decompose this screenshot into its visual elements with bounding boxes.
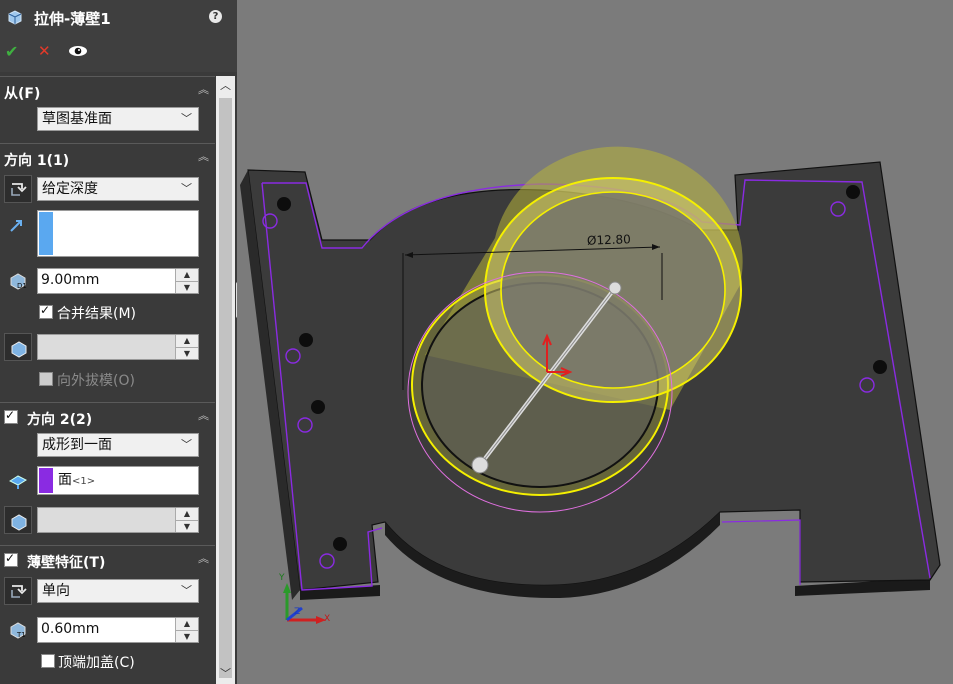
direction1-depth-input[interactable]: 9.00mm ▲ ▼ xyxy=(37,268,199,294)
chevron-down-icon: ﹀ xyxy=(181,438,192,451)
chevron-down-icon: ﹀ xyxy=(181,182,192,195)
from-select-value: 草图基准面 xyxy=(42,111,112,127)
from-section-header[interactable]: 从(F) ︽ xyxy=(0,76,215,105)
depth-spinner[interactable]: ▲ ▼ xyxy=(175,269,198,293)
collapse-icon[interactable]: ︽ xyxy=(198,407,209,423)
chevron-down-icon: ﹀ xyxy=(181,112,192,125)
reverse-thin-direction-button[interactable] xyxy=(4,577,32,605)
direction2-checkbox[interactable] xyxy=(4,408,18,424)
thin-feature-section-header[interactable]: 薄壁特征(T) ︽ xyxy=(0,545,215,574)
property-manager-panel: 拉伸-薄壁1 ? ✔ ✕ 从(F) ︽ 草图基准面 ﹀ 方向 1(1) ︽ 给定… xyxy=(0,0,237,684)
graphics-viewport[interactable]: Ø12.80 Y X Z xyxy=(237,0,953,684)
thickness-icon: T1 xyxy=(4,616,32,644)
collapse-icon[interactable]: ︽ xyxy=(198,550,209,566)
direction2-section-header[interactable]: 方向 2(2) ︽ xyxy=(0,402,215,431)
collapse-icon[interactable]: ︽ xyxy=(198,81,209,97)
triad-z-label: Z xyxy=(294,607,301,617)
from-section-title: 从(F) xyxy=(4,86,41,102)
thin-thickness-value: 0.60mm xyxy=(41,621,100,637)
direction1-end-condition-select[interactable]: 给定深度 ﹀ xyxy=(37,177,199,201)
draft2-toggle-button[interactable] xyxy=(4,506,32,534)
face-selection-icon xyxy=(4,467,32,495)
draft-toggle-button[interactable] xyxy=(4,333,32,361)
thin-feature-title: 薄壁特征(T) xyxy=(27,555,106,571)
svg-text:D1: D1 xyxy=(17,282,27,290)
ok-check-icon[interactable]: ✔ xyxy=(5,42,18,61)
thin-type-value: 单向 xyxy=(42,583,70,599)
draft-spinner[interactable]: ▲ ▼ xyxy=(175,335,198,359)
direction1-depth-value: 9.00mm xyxy=(41,272,100,288)
feature-title: 拉伸-薄壁1 xyxy=(34,10,111,28)
selection-color-swatch xyxy=(39,468,53,493)
draft-outward-label: 向外拔模(O) xyxy=(57,373,135,389)
direction1-vector-list[interactable] xyxy=(37,210,199,257)
direction-vector-icon xyxy=(4,212,32,240)
direction2-end-condition-select[interactable]: 成形到一面 ﹀ xyxy=(37,433,199,457)
reverse-direction1-button[interactable] xyxy=(4,175,32,203)
direction2-title: 方向 2(2) xyxy=(27,412,93,428)
direction1-section-header[interactable]: 方向 1(1) ︽ xyxy=(0,143,215,172)
thin-type-select[interactable]: 单向 ﹀ xyxy=(37,579,199,603)
cap-ends-label: 顶端加盖(C) xyxy=(58,655,135,671)
scroll-up-icon[interactable]: ︿ xyxy=(216,76,235,96)
draft2-spinner[interactable]: ▲ ▼ xyxy=(175,508,198,532)
draft-outward-checkbox[interactable] xyxy=(39,372,53,386)
merge-result-checkbox[interactable] xyxy=(39,303,53,319)
draft-angle-input[interactable]: ▲ ▼ xyxy=(37,334,199,360)
cap-ends-checkbox[interactable] xyxy=(41,654,55,668)
selection-color-swatch xyxy=(39,212,53,255)
from-select[interactable]: 草图基准面 ﹀ xyxy=(37,107,199,131)
cancel-x-icon[interactable]: ✕ xyxy=(38,42,51,60)
diameter-dimension-label[interactable]: Ø12.80 xyxy=(587,232,631,248)
face-list-item[interactable]: 面<1> xyxy=(58,469,95,489)
extrude-feature-icon xyxy=(6,8,24,26)
triad-y-label: Y xyxy=(279,573,285,583)
thin-feature-checkbox[interactable] xyxy=(4,551,18,567)
collapse-icon[interactable]: ︽ xyxy=(198,148,209,164)
model-view[interactable] xyxy=(237,0,953,684)
feature-header: 拉伸-薄壁1 ? ✔ ✕ xyxy=(0,0,237,72)
thin-thickness-input[interactable]: 0.60mm ▲ ▼ xyxy=(37,617,199,643)
thickness-spinner[interactable]: ▲ ▼ xyxy=(175,618,198,642)
draft2-angle-input[interactable]: ▲ ▼ xyxy=(37,507,199,533)
triad-x-label: X xyxy=(324,614,331,624)
scroll-down-icon[interactable]: ﹀ xyxy=(216,664,235,684)
direction2-end-condition-value: 成形到一面 xyxy=(42,437,112,453)
direction2-face-list[interactable]: 面<1> xyxy=(37,466,199,495)
chevron-down-icon: ﹀ xyxy=(181,584,192,597)
direction1-title: 方向 1(1) xyxy=(4,153,70,169)
scroll-thumb[interactable] xyxy=(219,98,232,678)
svg-text:T1: T1 xyxy=(16,631,26,639)
preview-eye-icon[interactable] xyxy=(68,44,88,58)
merge-result-label: 合并结果(M) xyxy=(57,306,137,322)
panel-scrollbar[interactable]: ︿ ﹀ xyxy=(216,76,235,684)
help-icon[interactable]: ? xyxy=(209,10,222,23)
direction1-end-condition-value: 给定深度 xyxy=(42,181,98,197)
depth-icon: D1 xyxy=(4,267,32,295)
